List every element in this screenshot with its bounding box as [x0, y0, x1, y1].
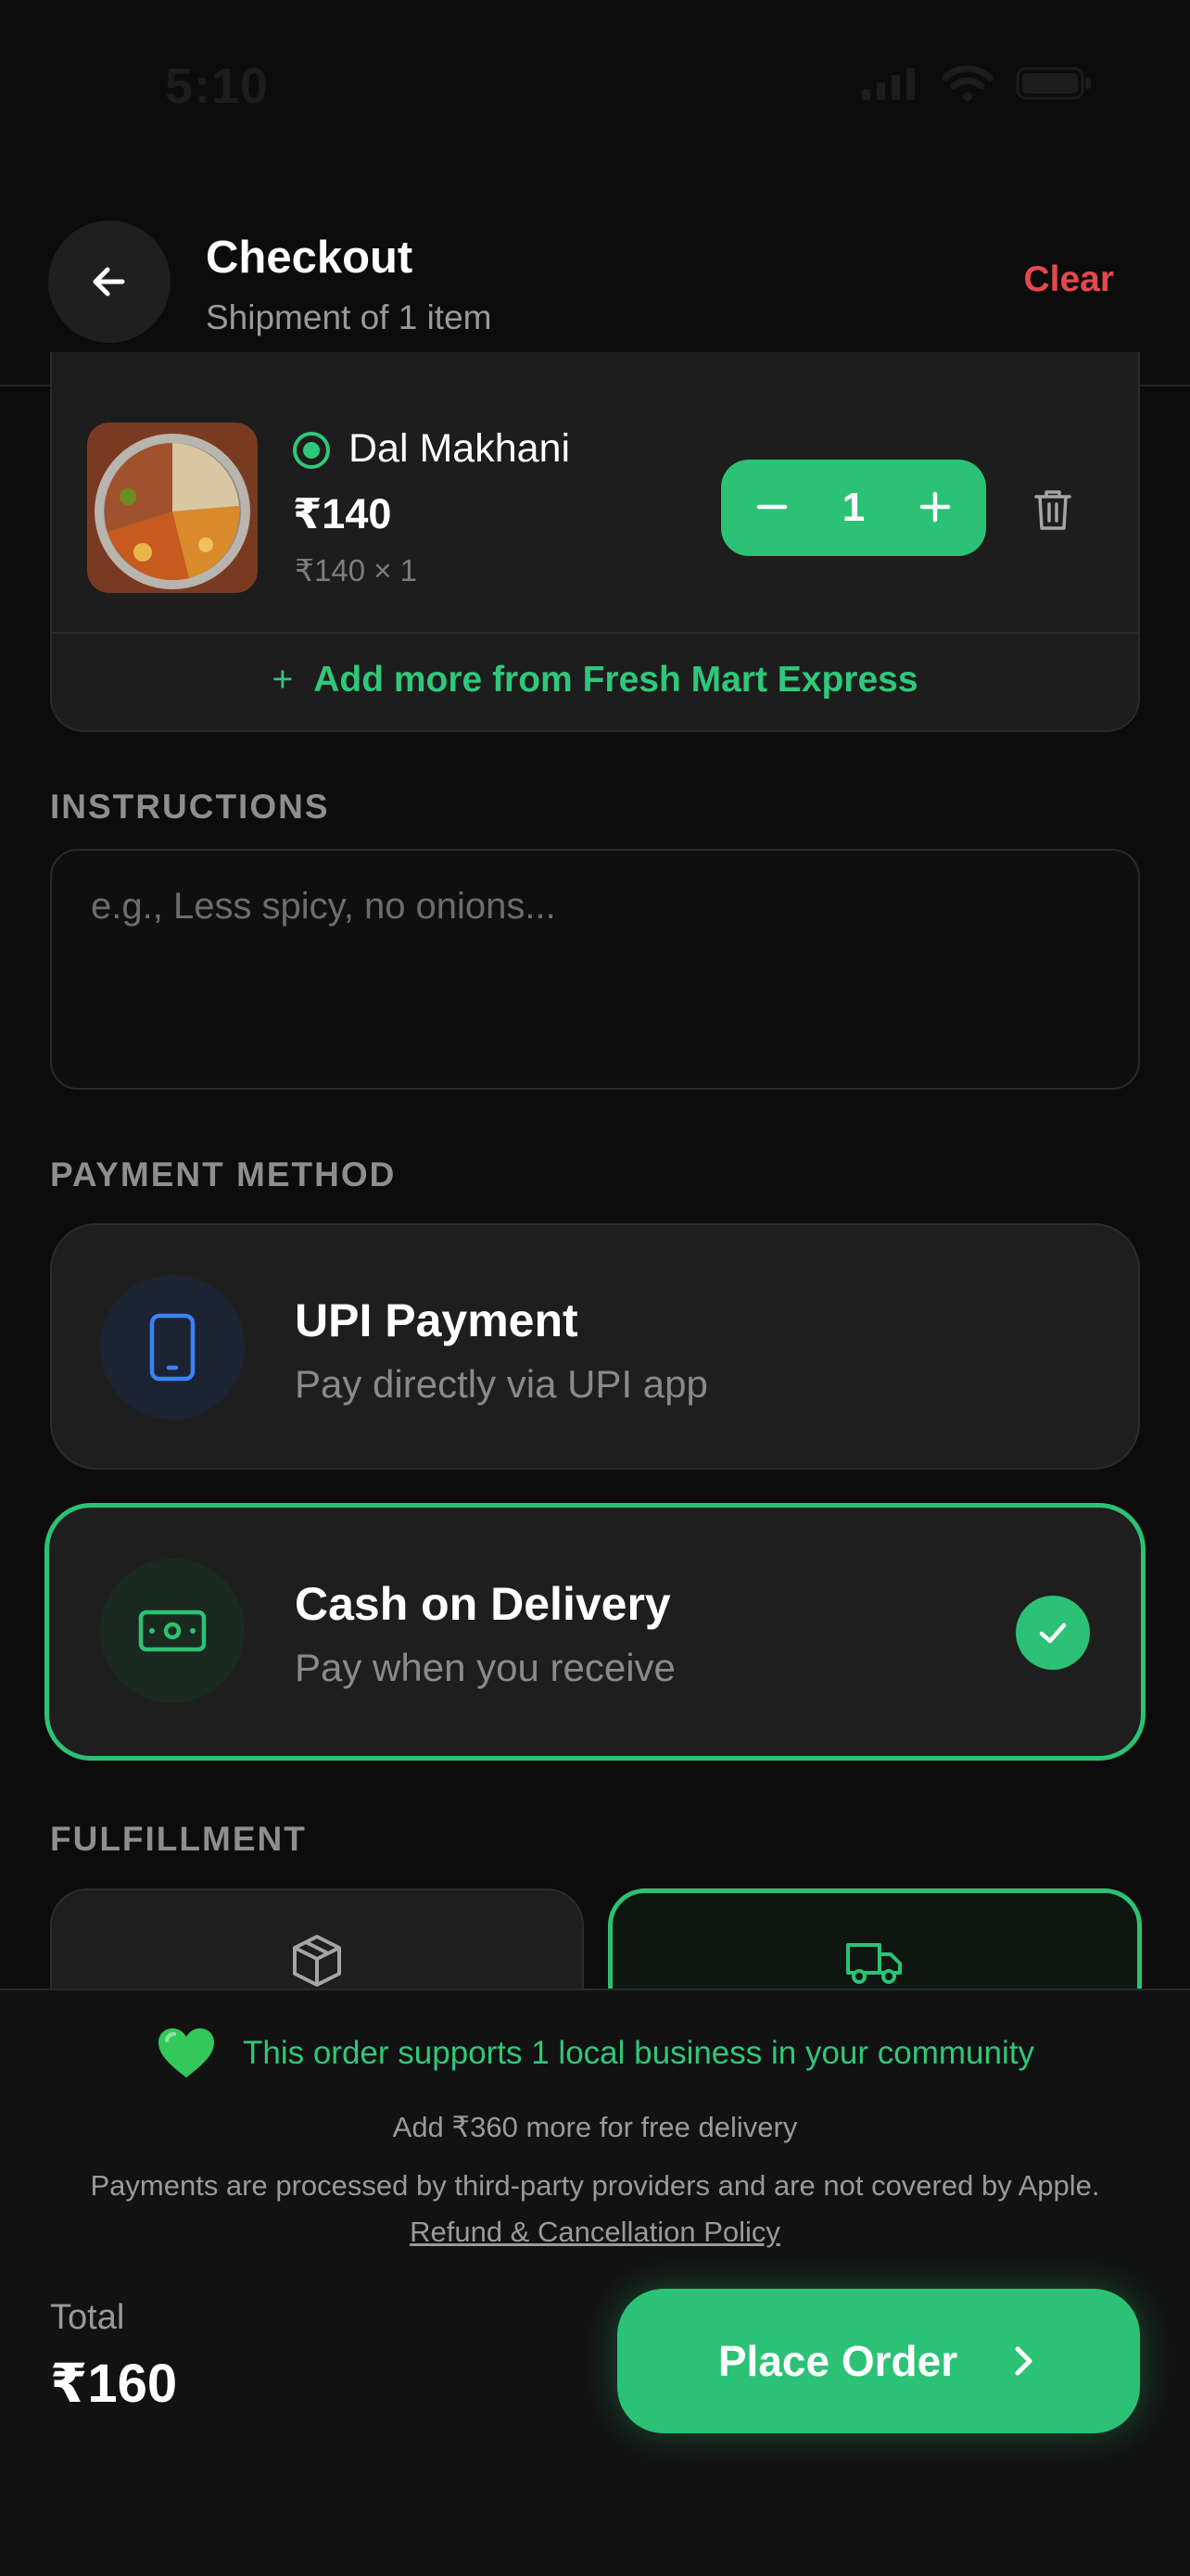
trash-icon	[1034, 490, 1071, 530]
upi-icon-circle	[100, 1275, 245, 1420]
page-subtitle: Shipment of 1 item	[206, 298, 492, 336]
item-name: Dal Makhani	[348, 426, 570, 471]
upi-subtitle: Pay directly via UPI app	[295, 1362, 708, 1406]
upi-title: UPI Payment	[295, 1294, 578, 1346]
quantity-value: 1	[842, 485, 866, 530]
truck-icon	[846, 1943, 902, 1984]
phone-icon	[149, 1313, 196, 1382]
cod-title: Cash on Delivery	[295, 1578, 671, 1630]
page-title: Checkout	[206, 233, 413, 283]
decrease-quantity-button[interactable]	[749, 482, 795, 534]
status-time: 5:10	[165, 58, 270, 114]
package-icon	[293, 1935, 341, 1987]
total-label: Total	[50, 2298, 125, 2337]
add-more-link[interactable]: + Add more from Fresh Mart Express	[0, 660, 1190, 701]
add-more-label: Add more from Fresh Mart Express	[313, 660, 918, 700]
instructions-input[interactable]	[50, 849, 1140, 1090]
minus-icon	[756, 504, 788, 510]
green-heart-icon	[158, 2028, 214, 2077]
place-order-label: Place Order	[717, 2337, 958, 2385]
item-price-detail: ₹140 × 1	[295, 553, 418, 587]
delete-item-button[interactable]	[1029, 486, 1077, 534]
community-support-text: This order supports 1 local business in …	[243, 2035, 1034, 2071]
cod-icon-circle	[100, 1559, 245, 1703]
plus-icon	[919, 491, 951, 523]
legal-text: Payments are processed by third-party pr…	[90, 2169, 1100, 2202]
item-price: ₹140	[293, 490, 392, 537]
arrow-left-icon	[93, 267, 125, 297]
increase-quantity-button[interactable]	[912, 482, 958, 534]
veg-indicator-icon	[293, 432, 330, 469]
cash-icon	[138, 1610, 207, 1652]
quantity-stepper: 1	[721, 460, 986, 556]
back-button[interactable]	[48, 221, 171, 343]
fulfillment-label: FULFILLMENT	[50, 1820, 307, 1858]
chevron-right-icon	[1015, 2346, 1032, 2376]
free-delivery-hint: Add ₹360 more for free delivery	[392, 2111, 798, 2143]
status-icons	[860, 65, 1094, 102]
place-order-button[interactable]: Place Order	[617, 2289, 1140, 2433]
clear-button[interactable]: Clear	[1023, 259, 1114, 300]
total-value: ₹160	[50, 2354, 178, 2414]
card-divider	[52, 632, 1138, 634]
community-support-banner: This order supports 1 local business in …	[0, 2026, 1190, 2081]
refund-policy-link[interactable]: Refund & Cancellation Policy	[410, 2216, 780, 2248]
payment-legal-note: Payments are processed by third-party pr…	[56, 2163, 1134, 2255]
battery-icon	[1016, 67, 1091, 100]
food-image	[87, 423, 258, 593]
plus-icon: +	[272, 660, 294, 700]
cellular-signal-icon	[862, 68, 915, 100]
cod-subtitle: Pay when you receive	[295, 1646, 676, 1689]
wifi-icon	[942, 65, 994, 101]
selected-check-icon	[1016, 1596, 1090, 1670]
instructions-label: INSTRUCTIONS	[50, 788, 330, 826]
payment-method-label: PAYMENT METHOD	[50, 1155, 397, 1193]
